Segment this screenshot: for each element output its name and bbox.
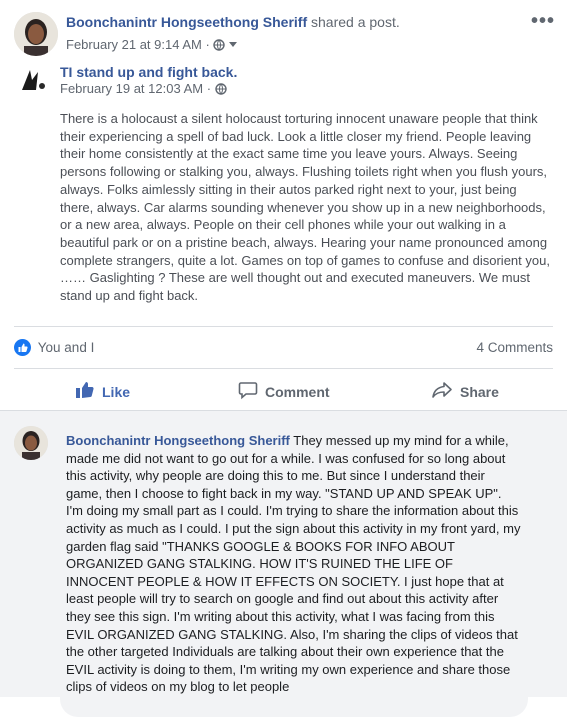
share-arrow-icon: [431, 380, 453, 403]
globe-icon[interactable]: [214, 83, 227, 98]
comment-text: They messed up my mind for a while, made…: [66, 433, 521, 695]
like-reaction-icon[interactable]: [14, 339, 31, 356]
shared-post: Boonchanintr Hongseethong Sheriff shared…: [0, 0, 567, 410]
more-options-button[interactable]: •••: [531, 10, 555, 33]
share-button[interactable]: Share: [431, 380, 499, 403]
original-post-body: There is a holocaust a silent holocaust …: [60, 111, 550, 304]
sharer-name[interactable]: Boonchanintr Hongseethong Sheriff: [66, 14, 307, 30]
reactions-summary[interactable]: You and I: [38, 340, 95, 355]
sharer-avatar[interactable]: [14, 12, 58, 56]
share-timestamp[interactable]: February 21 at 9:14 AM: [66, 37, 202, 52]
comment-button[interactable]: Comment: [238, 380, 330, 403]
share-dot: ·: [205, 37, 210, 52]
comment-body: Boonchanintr Hongseethong Sheriff They m…: [66, 432, 521, 696]
original-post-avatar[interactable]: [16, 62, 50, 96]
divider: [14, 368, 553, 369]
like-label: Like: [102, 383, 131, 400]
audience-dropdown-icon[interactable]: [229, 36, 238, 51]
original-post-timestamp[interactable]: February 19 at 12:03 AM: [60, 81, 203, 96]
comment-label: Comment: [265, 383, 330, 400]
original-post-title[interactable]: TI stand up and fight back.: [60, 64, 237, 80]
reactions-bar: You and I 4 Comments: [14, 339, 553, 359]
commenter-avatar[interactable]: [14, 426, 48, 460]
divider: [14, 326, 553, 327]
share-action-text: shared a post.: [311, 14, 400, 30]
like-button[interactable]: Like: [75, 380, 130, 403]
original-post-dot: ·: [206, 81, 212, 96]
comment-icon: [238, 380, 258, 403]
share-label: Share: [460, 383, 499, 400]
post-actions: Like Comment Share: [0, 372, 567, 412]
thumbs-up-icon: [75, 380, 95, 403]
comments-count[interactable]: 4 Comments: [476, 340, 553, 355]
commenter-name[interactable]: Boonchanintr Hongseethong Sheriff: [66, 433, 290, 448]
globe-icon[interactable]: [213, 39, 226, 54]
